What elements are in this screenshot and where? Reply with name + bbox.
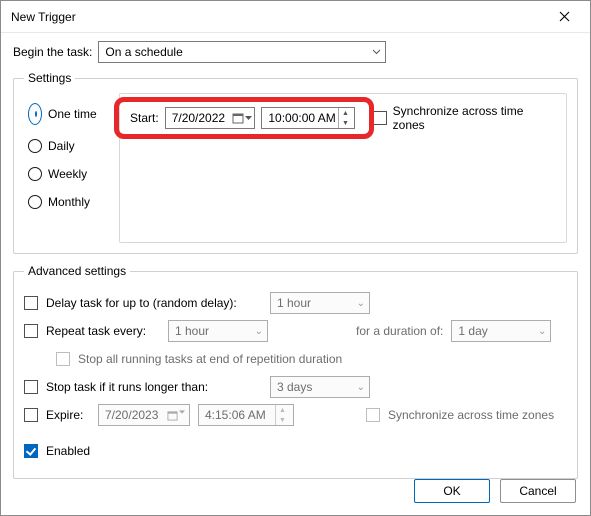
radio-icon bbox=[28, 139, 42, 153]
chevron-down-icon: ⌄ bbox=[255, 326, 263, 337]
repeat-value: 1 hour bbox=[175, 324, 209, 338]
start-date-value: 7/20/2022 bbox=[172, 111, 225, 125]
begin-task-row: Begin the task: On a schedule bbox=[13, 41, 578, 63]
schedule-radio-group: One time Daily Weekly Monthly bbox=[24, 93, 119, 243]
spinner-icon[interactable]: ▲▼ bbox=[275, 405, 289, 425]
begin-task-dropdown[interactable]: On a schedule bbox=[98, 41, 386, 63]
repeat-value-dropdown[interactable]: 1 hour ⌄ bbox=[168, 320, 268, 342]
dialog-body: Begin the task: On a schedule Settings O… bbox=[1, 33, 590, 515]
repeat-duration-label: for a duration of: bbox=[356, 324, 443, 338]
delay-value: 1 hour bbox=[277, 296, 311, 310]
stop-long-row: Stop task if it runs longer than: 3 days… bbox=[24, 376, 567, 398]
window-title: New Trigger bbox=[11, 10, 76, 24]
settings-legend: Settings bbox=[24, 71, 75, 85]
radio-icon bbox=[28, 167, 42, 181]
radio-icon bbox=[28, 195, 42, 209]
radio-weekly[interactable]: Weekly bbox=[28, 167, 119, 181]
stop-long-checkbox[interactable] bbox=[24, 380, 38, 394]
expire-time-value: 4:15:06 AM bbox=[205, 408, 266, 422]
sync-timezones-label: Synchronize across time zones bbox=[393, 104, 556, 132]
expire-label: Expire: bbox=[46, 408, 90, 422]
sync-timezones-checkbox[interactable] bbox=[373, 111, 387, 125]
close-button[interactable] bbox=[542, 2, 586, 32]
radio-one-time-label: One time bbox=[48, 107, 97, 121]
expire-date-value: 7/20/2023 bbox=[105, 408, 158, 422]
enabled-label: Enabled bbox=[46, 444, 90, 458]
expire-checkbox[interactable] bbox=[24, 408, 38, 422]
radio-daily-label: Daily bbox=[48, 139, 75, 153]
repeat-stop-row: Stop all running tasks at end of repetit… bbox=[24, 348, 567, 370]
cancel-button[interactable]: Cancel bbox=[500, 479, 576, 503]
close-icon bbox=[559, 11, 570, 22]
chevron-down-icon: ⌄ bbox=[357, 298, 365, 309]
chevron-down-icon: ⌄ bbox=[538, 326, 546, 337]
repeat-stop-checkbox bbox=[56, 352, 70, 366]
titlebar: New Trigger bbox=[1, 1, 590, 33]
repeat-stop-label: Stop all running tasks at end of repetit… bbox=[78, 352, 342, 366]
enabled-row: Enabled bbox=[24, 440, 567, 462]
expire-sync-label: Synchronize across time zones bbox=[388, 408, 554, 422]
chevron-down-icon bbox=[372, 49, 381, 55]
expire-date-picker[interactable]: 7/20/2023 bbox=[98, 404, 190, 426]
repeat-checkbox[interactable] bbox=[24, 324, 38, 338]
delay-value-dropdown[interactable]: 1 hour ⌄ bbox=[270, 292, 370, 314]
radio-monthly[interactable]: Monthly bbox=[28, 195, 119, 209]
begin-task-value: On a schedule bbox=[105, 45, 182, 59]
start-time-picker[interactable]: 10:00:00 AM ▲▼ bbox=[261, 107, 355, 129]
calendar-dropdown-icon bbox=[167, 410, 185, 421]
repeat-duration-value: 1 day bbox=[458, 324, 487, 338]
expire-time-picker[interactable]: 4:15:06 AM ▲▼ bbox=[198, 404, 294, 426]
repeat-duration-dropdown[interactable]: 1 day ⌄ bbox=[451, 320, 551, 342]
radio-icon bbox=[28, 103, 42, 125]
schedule-detail-pane: Start: 7/20/2022 10:00:00 AM ▲▼ bbox=[119, 93, 567, 243]
stop-long-label: Stop task if it runs longer than: bbox=[46, 380, 262, 394]
start-time-value: 10:00:00 AM bbox=[268, 111, 335, 125]
radio-daily[interactable]: Daily bbox=[28, 139, 119, 153]
begin-task-label: Begin the task: bbox=[13, 45, 92, 59]
expire-sync-checkbox bbox=[366, 408, 380, 422]
radio-monthly-label: Monthly bbox=[48, 195, 90, 209]
calendar-dropdown-icon bbox=[232, 112, 252, 124]
chevron-down-icon: ⌄ bbox=[357, 382, 365, 393]
radio-one-time[interactable]: One time bbox=[28, 103, 119, 125]
start-date-picker[interactable]: 7/20/2022 bbox=[165, 107, 256, 129]
start-row: Start: 7/20/2022 10:00:00 AM ▲▼ bbox=[130, 104, 556, 132]
dialog-buttons: OK Cancel bbox=[414, 479, 576, 503]
stop-long-value: 3 days bbox=[277, 380, 312, 394]
radio-weekly-label: Weekly bbox=[48, 167, 87, 181]
expire-row: Expire: 7/20/2023 4:15:06 AM ▲▼ Sync bbox=[24, 404, 567, 426]
start-label: Start: bbox=[130, 111, 159, 125]
enabled-checkbox[interactable] bbox=[24, 444, 38, 458]
ok-label: OK bbox=[443, 484, 460, 498]
spinner-icon[interactable]: ▲▼ bbox=[338, 108, 352, 128]
advanced-settings-group: Advanced settings Delay task for up to (… bbox=[13, 264, 578, 479]
settings-group: Settings One time Daily Weekly bbox=[13, 71, 578, 254]
repeat-row: Repeat task every: 1 hour ⌄ for a durati… bbox=[24, 320, 567, 342]
delay-row: Delay task for up to (random delay): 1 h… bbox=[24, 292, 567, 314]
delay-label: Delay task for up to (random delay): bbox=[46, 296, 262, 310]
advanced-legend: Advanced settings bbox=[24, 264, 130, 278]
ok-button[interactable]: OK bbox=[414, 479, 490, 503]
delay-checkbox[interactable] bbox=[24, 296, 38, 310]
cancel-label: Cancel bbox=[519, 484, 556, 498]
stop-long-value-dropdown[interactable]: 3 days ⌄ bbox=[270, 376, 370, 398]
new-trigger-dialog: New Trigger Begin the task: On a schedul… bbox=[0, 0, 591, 516]
repeat-label: Repeat task every: bbox=[46, 324, 160, 338]
